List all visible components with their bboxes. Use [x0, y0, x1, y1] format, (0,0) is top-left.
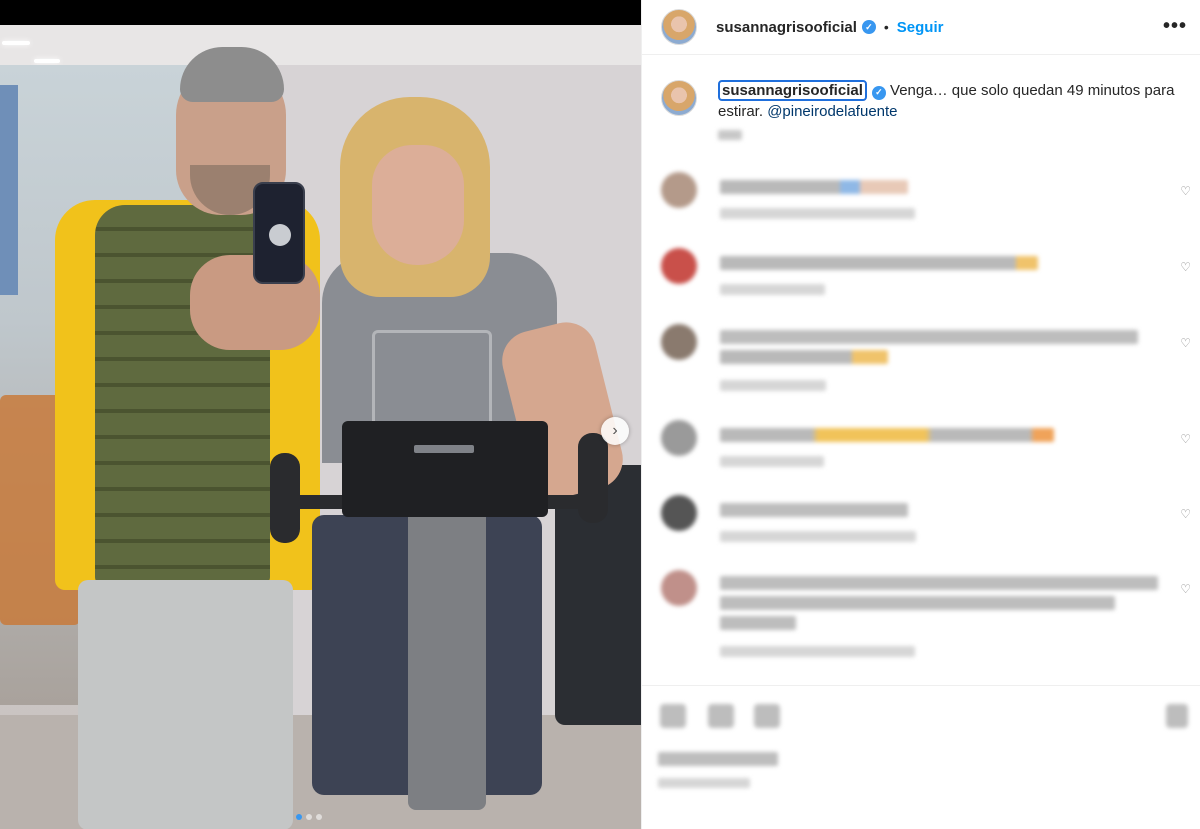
bike-grip-right	[578, 433, 608, 523]
ceiling	[0, 25, 641, 65]
comment-item: ♡	[661, 570, 1200, 665]
photo-top-bar	[0, 0, 641, 25]
heart-icon[interactable]: ♡	[1180, 260, 1191, 274]
post-actions	[642, 685, 1200, 829]
verified-badge-icon: ✓	[861, 20, 876, 34]
comment-item: ♡	[661, 248, 1200, 298]
likes-count[interactable]	[658, 752, 778, 766]
comment-icon[interactable]	[708, 704, 734, 728]
heart-icon[interactable]: ♡	[1180, 432, 1191, 446]
carousel-dot	[316, 814, 322, 820]
ceiling-light	[2, 41, 30, 45]
chevron-right-icon[interactable]: ›	[601, 417, 629, 445]
comment-text	[720, 616, 796, 630]
carousel-dots	[296, 814, 322, 820]
mention-link[interactable]: @pineirodelafuente	[767, 103, 897, 120]
comment-text	[720, 330, 1138, 344]
comment-meta	[720, 208, 915, 219]
post-photo[interactable]: ›	[0, 0, 641, 829]
man-grey-pants	[78, 580, 293, 829]
heart-icon[interactable]	[660, 704, 686, 728]
post-details-panel: susannagrisooficial ✓ • Seguir ••• susan…	[641, 0, 1200, 829]
comment-meta	[720, 284, 825, 295]
phone-camera	[269, 224, 291, 246]
more-options-icon[interactable]: •••	[1163, 15, 1187, 38]
bike-logo	[414, 445, 474, 453]
comment-meta	[720, 456, 824, 467]
comment-text	[720, 503, 908, 517]
bike-grip-left	[270, 453, 300, 543]
comment-item: ♡	[661, 172, 1200, 222]
post-header: susannagrisooficial ✓ • Seguir •••	[642, 0, 1200, 55]
bike-console	[342, 421, 548, 517]
post-caption: susannagrisooficial ✓ Venga… que solo que…	[661, 80, 1181, 140]
comment-text	[720, 428, 1054, 442]
heart-icon[interactable]: ♡	[1180, 184, 1191, 198]
carousel-dot	[306, 814, 312, 820]
comment-item: ♡	[661, 420, 1200, 470]
comment-item: ♡	[661, 324, 1200, 396]
caption-username[interactable]: susannagrisooficial	[718, 80, 867, 101]
avatar[interactable]	[661, 420, 697, 456]
post-timestamp	[658, 778, 750, 788]
comment-text	[720, 576, 1158, 590]
comment-text	[720, 256, 1038, 270]
comment-text	[720, 596, 1115, 610]
comment-text	[720, 180, 908, 194]
shirt-print	[372, 330, 492, 430]
avatar[interactable]	[661, 495, 697, 531]
heart-icon[interactable]: ♡	[1180, 507, 1191, 521]
post-author-username[interactable]: susannagrisooficial	[716, 19, 857, 36]
comment-meta	[720, 380, 826, 391]
avatar[interactable]	[661, 570, 697, 606]
smartphone	[253, 182, 305, 284]
avatar[interactable]	[661, 9, 697, 45]
follow-button[interactable]: Seguir	[897, 19, 944, 36]
comment-meta	[720, 646, 915, 657]
heart-icon[interactable]: ♡	[1180, 582, 1191, 596]
caption-text: susannagrisooficial ✓ Venga… que solo que…	[718, 80, 1178, 140]
carousel-dot	[296, 814, 302, 820]
comment-text	[720, 350, 888, 364]
gym-scene	[0, 25, 641, 829]
woman-face	[372, 145, 464, 265]
comment-item: ♡	[661, 495, 1200, 545]
avatar[interactable]	[661, 80, 697, 116]
ceiling-light	[34, 59, 60, 63]
separator-dot: •	[883, 19, 889, 35]
bike-frame	[408, 470, 486, 810]
comment-meta	[720, 531, 916, 542]
share-icon[interactable]	[754, 704, 780, 728]
bookmark-icon[interactable]	[1166, 704, 1188, 728]
heart-icon[interactable]: ♡	[1180, 336, 1191, 350]
verified-badge-icon: ✓	[871, 85, 886, 100]
caption-timestamp	[718, 130, 742, 140]
avatar[interactable]	[661, 248, 697, 284]
blue-banner	[0, 85, 18, 295]
avatar[interactable]	[661, 324, 697, 360]
avatar[interactable]	[661, 172, 697, 208]
